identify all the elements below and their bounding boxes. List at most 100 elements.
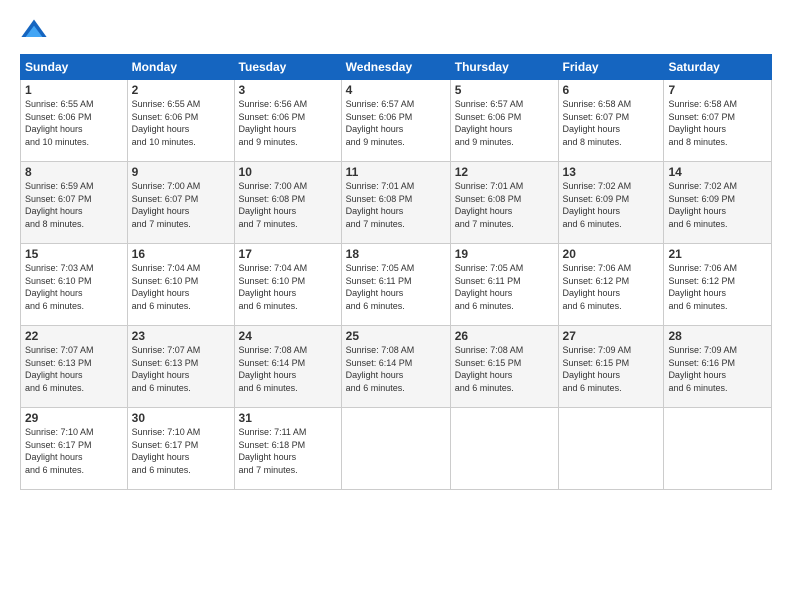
day-number: 5 [455,83,554,97]
table-row: 22 Sunrise: 7:07 AM Sunset: 6:13 PM Dayl… [21,326,128,408]
table-row: 18 Sunrise: 7:05 AM Sunset: 6:11 PM Dayl… [341,244,450,326]
day-number: 26 [455,329,554,343]
day-info: Sunrise: 6:57 AM Sunset: 6:06 PM Dayligh… [346,98,446,148]
col-friday: Friday [558,55,664,80]
day-info: Sunrise: 6:55 AM Sunset: 6:06 PM Dayligh… [25,98,123,148]
day-info: Sunrise: 7:02 AM Sunset: 6:09 PM Dayligh… [563,180,660,230]
day-number: 17 [239,247,337,261]
day-info: Sunrise: 7:06 AM Sunset: 6:12 PM Dayligh… [668,262,767,312]
col-saturday: Saturday [664,55,772,80]
table-row: 11 Sunrise: 7:01 AM Sunset: 6:08 PM Dayl… [341,162,450,244]
table-row: 17 Sunrise: 7:04 AM Sunset: 6:10 PM Dayl… [234,244,341,326]
calendar-week-row: 29 Sunrise: 7:10 AM Sunset: 6:17 PM Dayl… [21,408,772,490]
table-row [558,408,664,490]
calendar-week-row: 1 Sunrise: 6:55 AM Sunset: 6:06 PM Dayli… [21,80,772,162]
day-number: 1 [25,83,123,97]
day-info: Sunrise: 7:00 AM Sunset: 6:08 PM Dayligh… [239,180,337,230]
day-info: Sunrise: 7:01 AM Sunset: 6:08 PM Dayligh… [346,180,446,230]
day-number: 14 [668,165,767,179]
day-number: 7 [668,83,767,97]
day-number: 16 [132,247,230,261]
day-info: Sunrise: 7:07 AM Sunset: 6:13 PM Dayligh… [132,344,230,394]
table-row: 14 Sunrise: 7:02 AM Sunset: 6:09 PM Dayl… [664,162,772,244]
calendar-week-row: 8 Sunrise: 6:59 AM Sunset: 6:07 PM Dayli… [21,162,772,244]
day-info: Sunrise: 7:00 AM Sunset: 6:07 PM Dayligh… [132,180,230,230]
day-number: 25 [346,329,446,343]
table-row: 26 Sunrise: 7:08 AM Sunset: 6:15 PM Dayl… [450,326,558,408]
day-info: Sunrise: 7:05 AM Sunset: 6:11 PM Dayligh… [346,262,446,312]
day-info: Sunrise: 6:56 AM Sunset: 6:06 PM Dayligh… [239,98,337,148]
logo-icon [20,16,48,44]
day-info: Sunrise: 7:06 AM Sunset: 6:12 PM Dayligh… [563,262,660,312]
day-number: 4 [346,83,446,97]
table-row: 5 Sunrise: 6:57 AM Sunset: 6:06 PM Dayli… [450,80,558,162]
table-row: 25 Sunrise: 7:08 AM Sunset: 6:14 PM Dayl… [341,326,450,408]
calendar: Sunday Monday Tuesday Wednesday Thursday… [20,54,772,490]
table-row: 12 Sunrise: 7:01 AM Sunset: 6:08 PM Dayl… [450,162,558,244]
day-info: Sunrise: 7:08 AM Sunset: 6:14 PM Dayligh… [239,344,337,394]
day-number: 22 [25,329,123,343]
day-number: 27 [563,329,660,343]
day-number: 15 [25,247,123,261]
table-row: 28 Sunrise: 7:09 AM Sunset: 6:16 PM Dayl… [664,326,772,408]
day-info: Sunrise: 7:08 AM Sunset: 6:15 PM Dayligh… [455,344,554,394]
header [20,16,772,44]
day-info: Sunrise: 7:10 AM Sunset: 6:17 PM Dayligh… [25,426,123,476]
table-row: 19 Sunrise: 7:05 AM Sunset: 6:11 PM Dayl… [450,244,558,326]
table-row: 9 Sunrise: 7:00 AM Sunset: 6:07 PM Dayli… [127,162,234,244]
day-number: 20 [563,247,660,261]
table-row: 20 Sunrise: 7:06 AM Sunset: 6:12 PM Dayl… [558,244,664,326]
day-info: Sunrise: 7:11 AM Sunset: 6:18 PM Dayligh… [239,426,337,476]
day-number: 6 [563,83,660,97]
day-number: 30 [132,411,230,425]
table-row: 23 Sunrise: 7:07 AM Sunset: 6:13 PM Dayl… [127,326,234,408]
table-row: 30 Sunrise: 7:10 AM Sunset: 6:17 PM Dayl… [127,408,234,490]
page: Sunday Monday Tuesday Wednesday Thursday… [0,0,792,612]
table-row: 3 Sunrise: 6:56 AM Sunset: 6:06 PM Dayli… [234,80,341,162]
table-row: 7 Sunrise: 6:58 AM Sunset: 6:07 PM Dayli… [664,80,772,162]
table-row: 29 Sunrise: 7:10 AM Sunset: 6:17 PM Dayl… [21,408,128,490]
day-number: 11 [346,165,446,179]
day-number: 3 [239,83,337,97]
table-row [664,408,772,490]
day-number: 19 [455,247,554,261]
table-row: 15 Sunrise: 7:03 AM Sunset: 6:10 PM Dayl… [21,244,128,326]
day-number: 31 [239,411,337,425]
day-info: Sunrise: 7:09 AM Sunset: 6:16 PM Dayligh… [668,344,767,394]
table-row [450,408,558,490]
table-row: 27 Sunrise: 7:09 AM Sunset: 6:15 PM Dayl… [558,326,664,408]
day-number: 13 [563,165,660,179]
day-info: Sunrise: 7:05 AM Sunset: 6:11 PM Dayligh… [455,262,554,312]
table-row: 10 Sunrise: 7:00 AM Sunset: 6:08 PM Dayl… [234,162,341,244]
day-info: Sunrise: 6:55 AM Sunset: 6:06 PM Dayligh… [132,98,230,148]
day-info: Sunrise: 6:57 AM Sunset: 6:06 PM Dayligh… [455,98,554,148]
day-number: 10 [239,165,337,179]
table-row [341,408,450,490]
day-number: 2 [132,83,230,97]
day-number: 9 [132,165,230,179]
day-info: Sunrise: 7:07 AM Sunset: 6:13 PM Dayligh… [25,344,123,394]
col-thursday: Thursday [450,55,558,80]
table-row: 31 Sunrise: 7:11 AM Sunset: 6:18 PM Dayl… [234,408,341,490]
day-info: Sunrise: 6:58 AM Sunset: 6:07 PM Dayligh… [563,98,660,148]
day-number: 28 [668,329,767,343]
table-row: 21 Sunrise: 7:06 AM Sunset: 6:12 PM Dayl… [664,244,772,326]
day-info: Sunrise: 7:01 AM Sunset: 6:08 PM Dayligh… [455,180,554,230]
table-row: 24 Sunrise: 7:08 AM Sunset: 6:14 PM Dayl… [234,326,341,408]
table-row: 16 Sunrise: 7:04 AM Sunset: 6:10 PM Dayl… [127,244,234,326]
day-number: 12 [455,165,554,179]
day-number: 18 [346,247,446,261]
table-row: 4 Sunrise: 6:57 AM Sunset: 6:06 PM Dayli… [341,80,450,162]
table-row: 6 Sunrise: 6:58 AM Sunset: 6:07 PM Dayli… [558,80,664,162]
table-row: 1 Sunrise: 6:55 AM Sunset: 6:06 PM Dayli… [21,80,128,162]
col-tuesday: Tuesday [234,55,341,80]
calendar-header-row: Sunday Monday Tuesday Wednesday Thursday… [21,55,772,80]
day-info: Sunrise: 7:08 AM Sunset: 6:14 PM Dayligh… [346,344,446,394]
day-info: Sunrise: 7:03 AM Sunset: 6:10 PM Dayligh… [25,262,123,312]
day-info: Sunrise: 7:10 AM Sunset: 6:17 PM Dayligh… [132,426,230,476]
day-info: Sunrise: 7:04 AM Sunset: 6:10 PM Dayligh… [239,262,337,312]
col-wednesday: Wednesday [341,55,450,80]
day-info: Sunrise: 6:59 AM Sunset: 6:07 PM Dayligh… [25,180,123,230]
col-sunday: Sunday [21,55,128,80]
day-info: Sunrise: 6:58 AM Sunset: 6:07 PM Dayligh… [668,98,767,148]
